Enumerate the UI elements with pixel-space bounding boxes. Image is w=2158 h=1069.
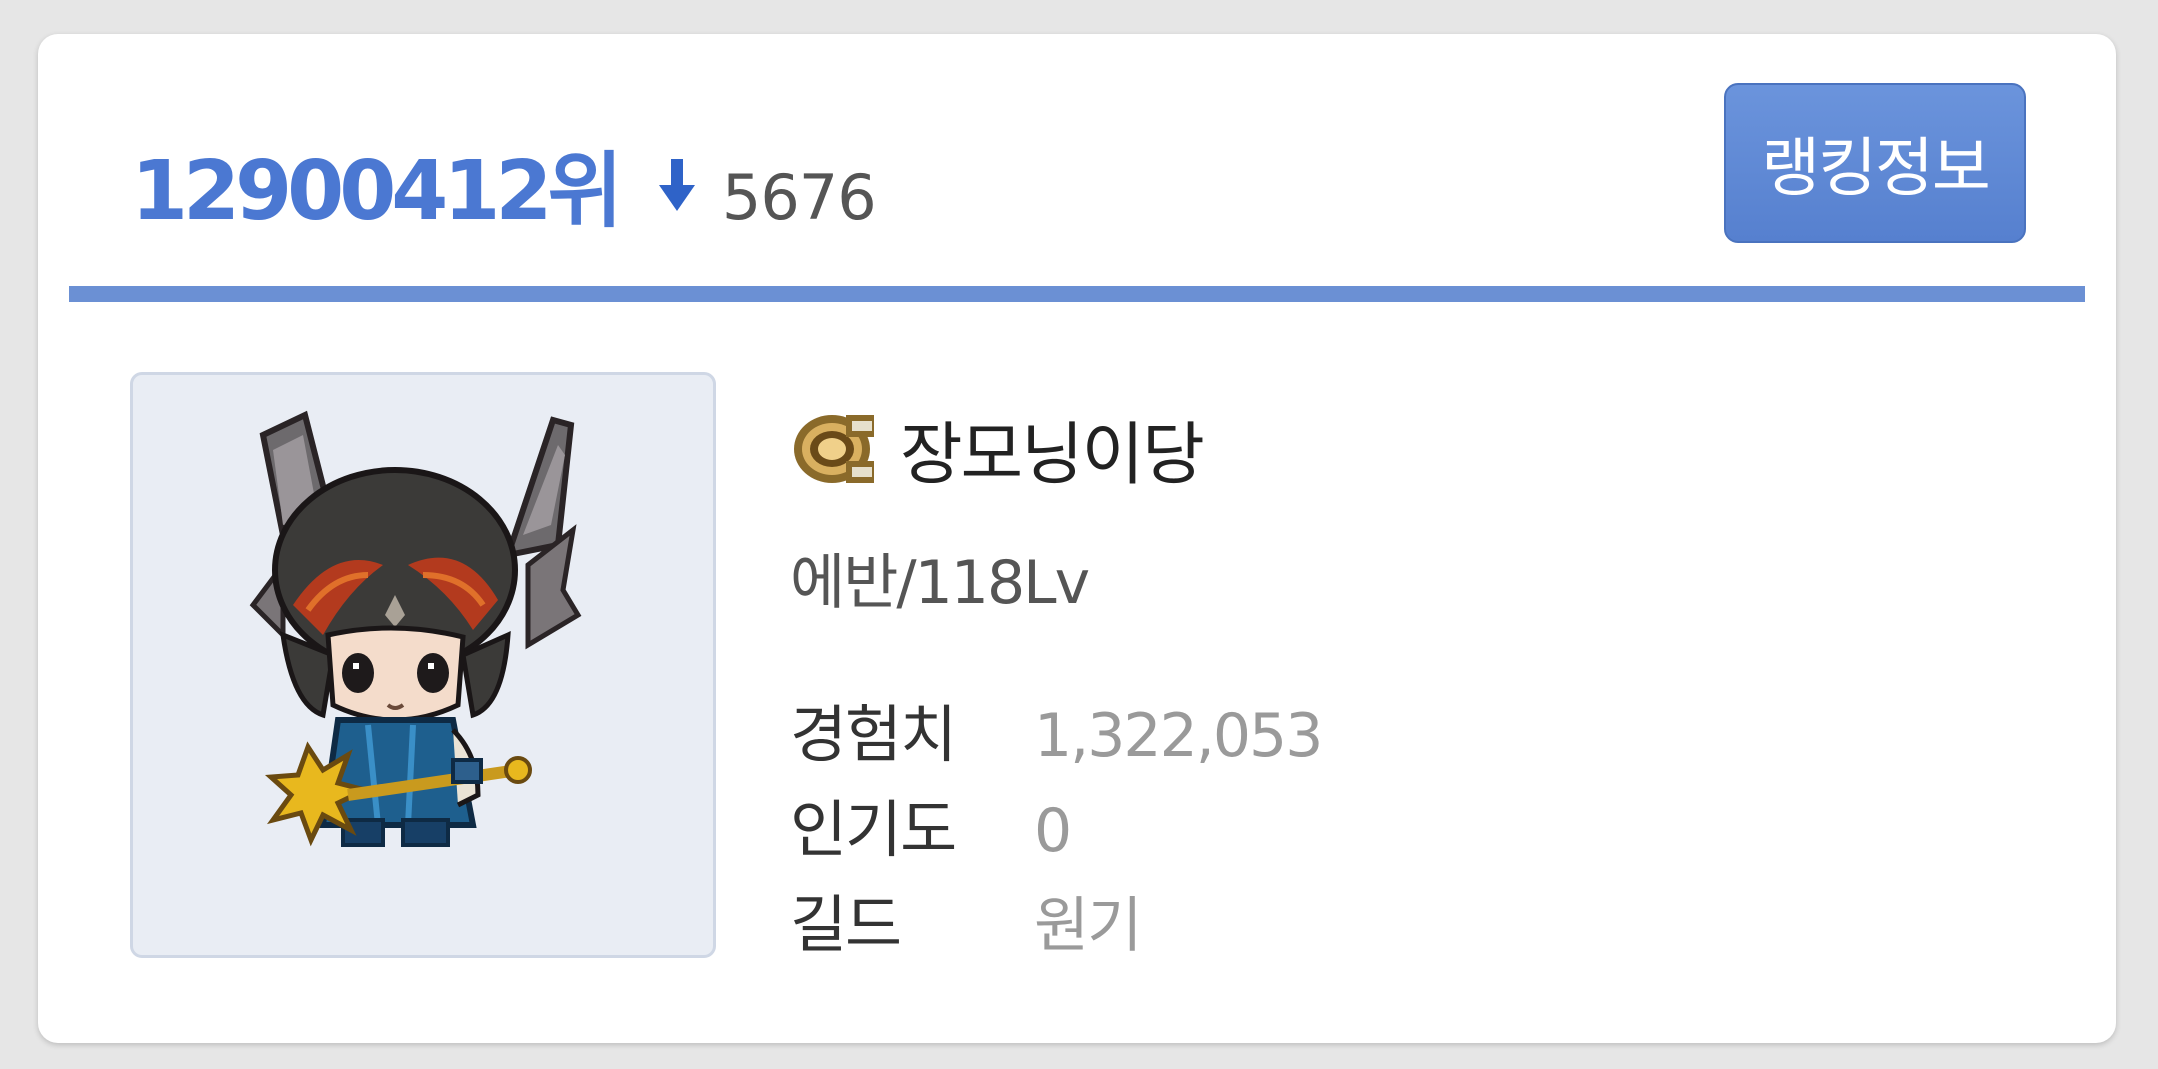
rank-down-arrow-icon (658, 157, 696, 213)
character-avatar (130, 372, 716, 958)
rank-change-value: 5676 (721, 161, 877, 234)
rank-summary: 12900412위 5676 (131, 124, 877, 243)
ranking-info-button[interactable]: 랭킹정보 (1724, 83, 2026, 243)
job-level: 에반/118Lv (790, 548, 1090, 618)
stat-row-exp: 경험치 1,322,053 (790, 684, 1323, 774)
rank-value: 12900412위 (131, 144, 623, 239)
stat-row-fame: 인기도 0 (790, 779, 1072, 869)
name-row: 장모닝이당 (790, 399, 1205, 498)
guild-value[interactable]: 원기 (1034, 877, 1142, 964)
character-name: 장모닝이당 (900, 416, 1205, 495)
exp-value: 1,322,053 (1034, 701, 1323, 771)
exp-label: 경험치 (790, 698, 957, 771)
character-card: 12900412위 5676 랭킹정보 장모닝이당 에반/118Lv 경험치 1… (38, 34, 2116, 1043)
card-header: 12900412위 5676 랭킹정보 (38, 34, 2116, 284)
guild-label: 길드 (790, 888, 902, 961)
character-avatar-image (249, 410, 582, 847)
stat-row-guild: 길드 원기 (790, 874, 1142, 964)
fame-value: 0 (1034, 796, 1072, 866)
header-divider (69, 286, 2085, 302)
evan-job-emblem-icon (790, 411, 876, 487)
fame-label: 인기도 (790, 793, 957, 866)
